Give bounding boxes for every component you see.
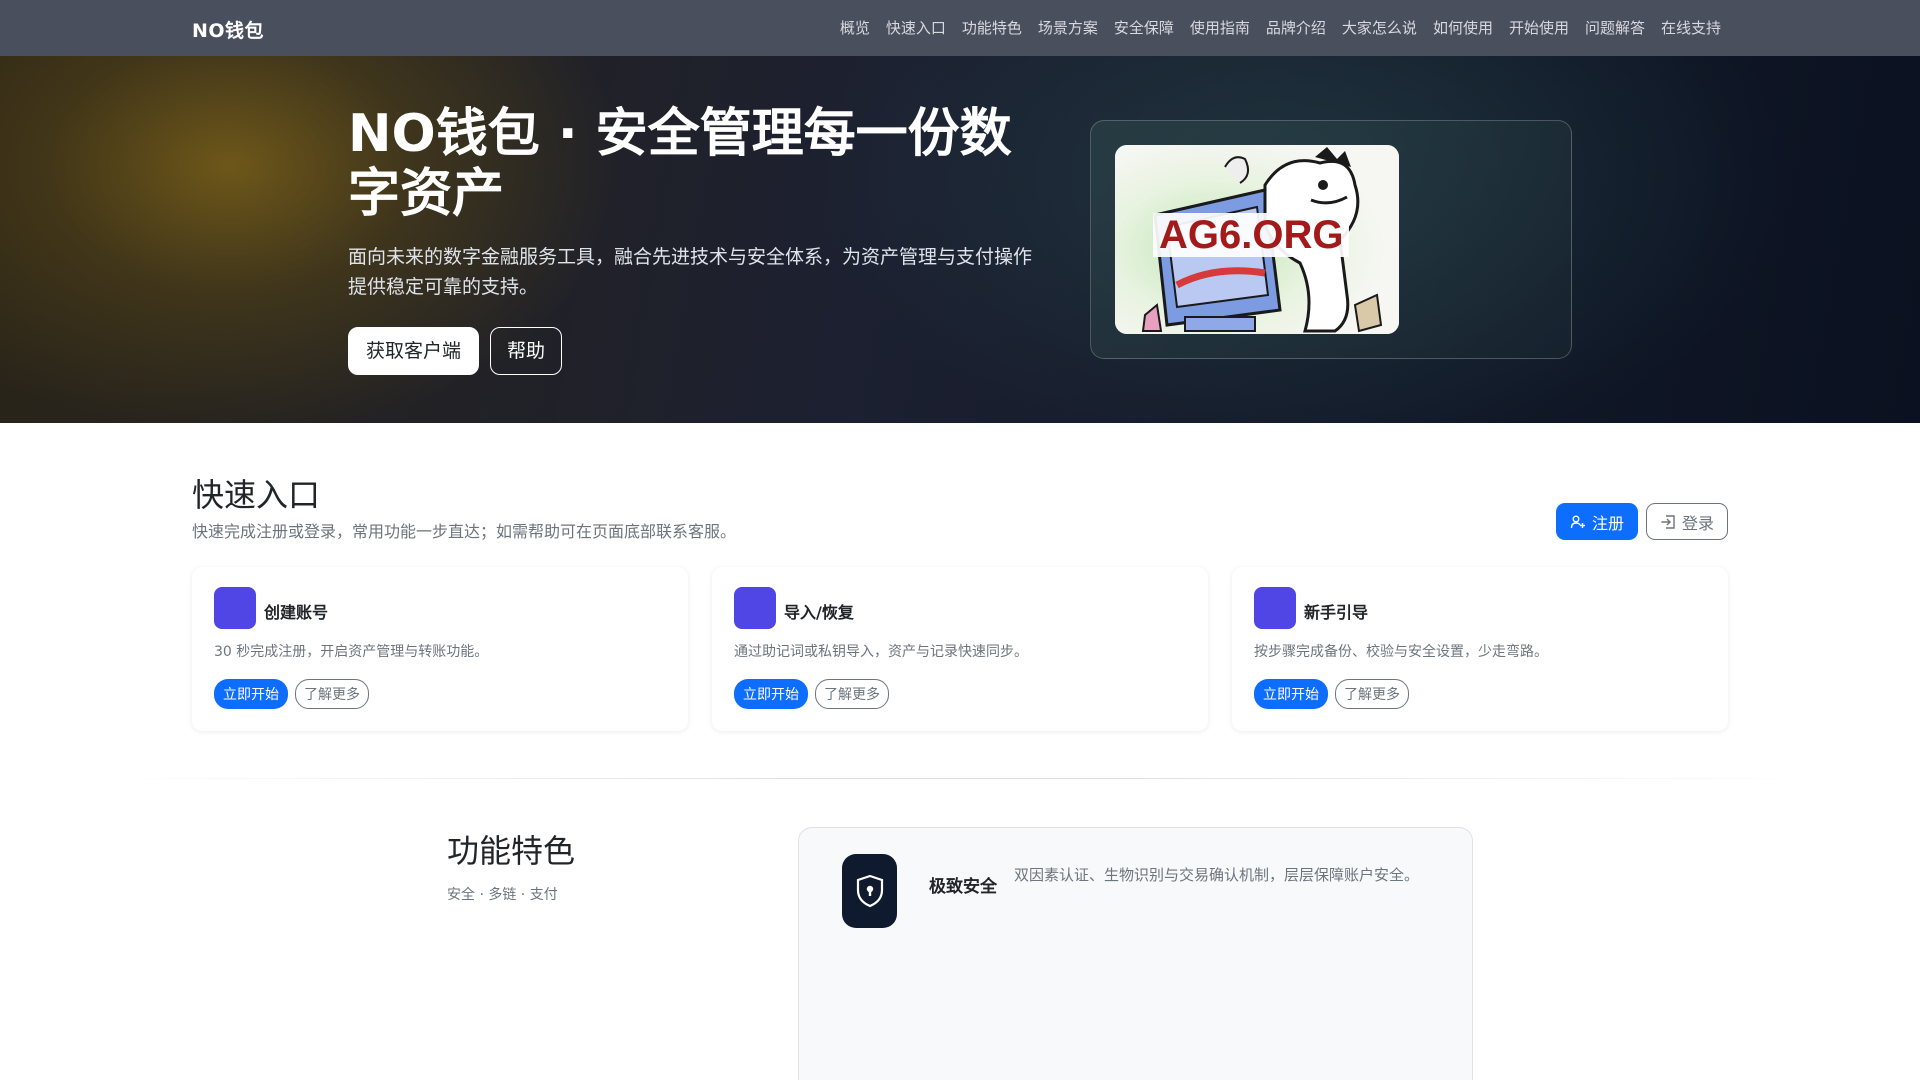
hero-section: NO钱包 · 安全管理每一份数字资产 面向未来的数字金融服务工具，融合先进技术与… [0, 56, 1920, 423]
card-title: 新手引导 [1304, 603, 1369, 622]
card-description: 30 秒完成注册，开启资产管理与转账功能。 [214, 644, 489, 660]
quick-card-create-account: 创建账号 30 秒完成注册，开启资产管理与转账功能。 立即开始 了解更多 [192, 567, 688, 731]
learn-more-button[interactable]: 了解更多 [815, 679, 889, 709]
help-button[interactable]: 帮助 [490, 327, 563, 375]
feature-description: 双因素认证、生物识别与交易确认机制，层层保障账户安全。 [1014, 866, 1420, 884]
quick-entry-subtitle: 快速完成注册或登录，常用功能一步直达；如需帮助可在页面底部联系客服。 [192, 522, 737, 541]
quick-entry-title: 快速入口 [192, 476, 321, 514]
person-add-icon [1570, 515, 1585, 528]
hero-image-label: AG6.ORG [1153, 213, 1350, 257]
card-title: 导入/恢复 [784, 603, 854, 622]
card-description: 按步骤完成备份、校验与安全设置，少走弯路。 [1254, 644, 1548, 660]
nav-link-features[interactable]: 功能特色 [962, 17, 1022, 38]
nav-link-overview[interactable]: 概览 [840, 17, 870, 38]
hero-illustration: AG6.ORG [1115, 145, 1399, 334]
card-icon [214, 587, 256, 629]
shield-lock-icon [856, 874, 883, 908]
card-description: 通过助记词或私钥导入，资产与记录快速同步。 [734, 644, 1028, 660]
nav-link-quick-entry[interactable]: 快速入口 [886, 17, 946, 38]
top-navbar: NO钱包 概览 快速入口 功能特色 场景方案 安全保障 使用指南 品牌介绍 大家… [0, 0, 1920, 56]
start-now-button[interactable]: 立即开始 [1254, 679, 1328, 709]
start-now-button[interactable]: 立即开始 [214, 679, 288, 709]
login-button[interactable]: 登录 [1646, 503, 1728, 540]
feature-card-security: 极致安全 双因素认证、生物识别与交易确认机制，层层保障账户安全。 [798, 827, 1473, 1080]
nav-link-security[interactable]: 安全保障 [1114, 17, 1174, 38]
hero-image-card: AG6.ORG [1090, 120, 1572, 359]
features-title: 功能特色 [447, 832, 576, 870]
nav-links: 概览 快速入口 功能特色 场景方案 安全保障 使用指南 品牌介绍 大家怎么说 如… [840, 17, 1721, 38]
nav-link-testimonials[interactable]: 大家怎么说 [1342, 17, 1417, 38]
nav-link-scenarios[interactable]: 场景方案 [1038, 17, 1098, 38]
card-icon [1254, 587, 1296, 629]
features-subtitle: 安全 · 多链 · 支付 [447, 887, 558, 903]
quick-card-import-restore: 导入/恢复 通过助记词或私钥导入，资产与记录快速同步。 立即开始 了解更多 [712, 567, 1208, 731]
box-arrow-in-icon [1661, 514, 1675, 529]
nav-link-guide[interactable]: 使用指南 [1190, 17, 1250, 38]
section-divider [108, 778, 1812, 779]
learn-more-button[interactable]: 了解更多 [1335, 679, 1409, 709]
register-button[interactable]: 注册 [1556, 503, 1638, 540]
nav-link-get-started[interactable]: 开始使用 [1509, 17, 1569, 38]
learn-more-button[interactable]: 了解更多 [295, 679, 369, 709]
quick-card-beginner-guide: 新手引导 按步骤完成备份、校验与安全设置，少走弯路。 立即开始 了解更多 [1232, 567, 1728, 731]
brand-logo[interactable]: NO钱包 [192, 16, 264, 43]
register-button-label: 注册 [1591, 513, 1624, 533]
nav-link-support[interactable]: 在线支持 [1661, 17, 1721, 38]
hero-title: NO钱包 · 安全管理每一份数字资产 [348, 104, 1012, 224]
get-client-button[interactable]: 获取客户端 [348, 327, 480, 375]
nav-link-brand[interactable]: 品牌介绍 [1266, 17, 1326, 38]
card-title: 创建账号 [264, 603, 329, 622]
start-now-button[interactable]: 立即开始 [734, 679, 808, 709]
feature-icon-box [842, 854, 897, 928]
nav-link-faq[interactable]: 问题解答 [1585, 17, 1645, 38]
nav-link-how-to-use[interactable]: 如何使用 [1433, 17, 1493, 38]
hero-subtitle: 面向未来的数字金融服务工具，融合先进技术与安全体系，为资产管理与支付操作提供稳定… [348, 246, 1033, 298]
login-button-label: 登录 [1681, 513, 1714, 533]
card-icon [734, 587, 776, 629]
feature-name: 极致安全 [929, 877, 997, 897]
